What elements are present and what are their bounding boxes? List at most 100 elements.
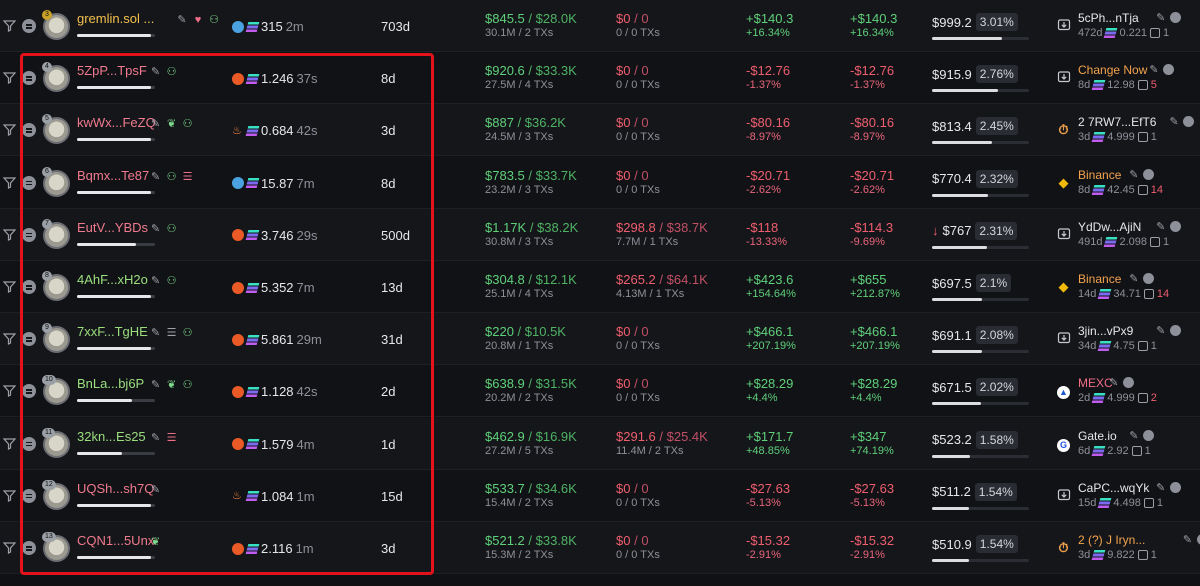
menu-icon[interactable] <box>22 384 36 399</box>
menu-icon[interactable] <box>1142 168 1154 180</box>
menu-icon[interactable] <box>22 19 36 33</box>
menu-icon[interactable] <box>1169 325 1181 337</box>
avatar[interactable]: 7 <box>42 218 70 249</box>
filter-icon[interactable] <box>2 437 17 450</box>
pencil-icon[interactable]: ✎ <box>150 171 162 183</box>
table-row[interactable]: 4 5ZpP...TpsF ✎ ⚇ 1.246 37s 8d $920.6 / $33.3K 2… <box>0 52 1200 105</box>
pencil-icon[interactable]: ✎ <box>150 327 162 339</box>
wallet-address[interactable]: gremlin.sol ... <box>77 11 154 26</box>
filter-icon[interactable] <box>2 228 17 241</box>
pencil-icon[interactable]: ✎ <box>150 275 162 287</box>
funding-source[interactable]: YdDw...AjiN <box>1078 220 1141 234</box>
pencil-icon[interactable]: ✎ <box>1182 534 1194 546</box>
pencil-icon[interactable]: ✎ <box>1148 64 1160 76</box>
filter-icon[interactable] <box>2 19 17 32</box>
pencil-icon[interactable]: ✎ <box>1155 221 1167 233</box>
table-row[interactable]: 8 4AhF...xH2o ✎ ⚇ 5.352 7m 13d $304.8 / $12.1K 2… <box>0 261 1200 313</box>
wallet-address[interactable]: UQSh...sh7Q <box>77 481 154 496</box>
avatar[interactable]: 5 <box>42 114 70 145</box>
avatar[interactable]: 12 <box>42 479 70 510</box>
wallet-address[interactable]: 32kn...Es25 <box>77 429 146 444</box>
avatar[interactable]: 4 <box>42 62 70 93</box>
pencil-icon[interactable]: ✎ <box>150 223 162 235</box>
wallet-address[interactable]: kwWx...FeZQ <box>77 115 156 130</box>
funding-source[interactable]: Binance <box>1078 272 1121 286</box>
filter-icon[interactable] <box>2 332 17 346</box>
menu-icon[interactable] <box>1183 116 1195 128</box>
pencil-icon[interactable]: ✎ <box>1128 273 1140 285</box>
filter-icon[interactable] <box>2 71 17 85</box>
funding-source[interactable]: Gate.io <box>1078 429 1117 443</box>
filter-icon[interactable] <box>2 384 17 398</box>
avatar[interactable]: 3 <box>42 10 70 40</box>
menu-icon[interactable] <box>22 541 36 555</box>
table-row[interactable]: 13 CQN1...5Unx ❦ 2.116 1m 3d $521.2 / $33.8K 15… <box>0 522 1200 574</box>
funding-source[interactable]: 2 7RW7...EfT6 <box>1078 115 1156 129</box>
funding-source[interactable]: 5cPh...nTja <box>1078 11 1139 25</box>
table-row[interactable]: 7 EutV...YBDs ✎ ⚇ 3.746 29s 500d $1.17K / $38.2… <box>0 208 1200 261</box>
wallet-address[interactable]: Bqmx...Te87 <box>77 168 149 183</box>
pencil-icon[interactable]: ✎ <box>150 379 162 391</box>
pencil-icon[interactable]: ✎ <box>1155 12 1167 24</box>
wallet-address[interactable]: 5ZpP...TpsF <box>77 63 147 78</box>
wallet-address[interactable]: 4AhF...xH2o <box>77 272 148 287</box>
pencil-icon[interactable]: ✎ <box>1128 169 1140 181</box>
table-row[interactable]: 11 32kn...Es25 ✎ ☰ 1.579 4m 1d $462.9 / $16.9K 2… <box>0 417 1200 470</box>
table-row[interactable]: 3 gremlin.sol ... ✎ ♥ ⚇ 315 2m 703d $845.5 / $28… <box>0 0 1200 52</box>
funding-source[interactable]: Binance <box>1078 168 1121 182</box>
funding-source[interactable]: 2 (?) J Iryn... <box>1078 533 1145 547</box>
menu-icon[interactable] <box>1196 534 1200 545</box>
pencil-icon[interactable]: ✎ <box>150 484 162 496</box>
menu-icon[interactable] <box>22 488 36 503</box>
pencil-icon[interactable]: ✎ <box>150 66 162 78</box>
table-row[interactable]: 5 kwWx...FeZQ ✎ ❦ ⚇ ♨ 0.684 42s 3d $887 / $36.2K 2… <box>0 104 1200 157</box>
table-row[interactable]: 9 7xxF...TgHE ✎ ☰ ⚇ 5.861 29m 31d $220 / $10.5K 2… <box>0 313 1200 366</box>
avatar[interactable]: 13 <box>42 532 70 562</box>
pencil-icon[interactable]: ✎ <box>150 118 162 130</box>
wallet-address[interactable]: CQN1...5Unx <box>77 533 154 548</box>
table-row[interactable]: 12 UQSh...sh7Q ✎ ♨ 1.084 1m 15d $533.7 / $34.6K… <box>0 469 1200 522</box>
menu-icon[interactable] <box>1142 429 1154 441</box>
wallet-address[interactable]: EutV...YBDs <box>77 220 148 235</box>
filter-icon[interactable] <box>2 489 17 502</box>
menu-icon[interactable] <box>22 175 36 190</box>
pencil-icon[interactable]: ✎ <box>1155 482 1167 494</box>
funding-txs: 1 <box>1163 235 1170 248</box>
menu-icon[interactable] <box>1169 481 1181 493</box>
filter-icon[interactable] <box>2 280 17 293</box>
pencil-icon[interactable]: ✎ <box>1108 377 1120 389</box>
pencil-icon[interactable]: ✎ <box>176 14 188 26</box>
avatar[interactable]: 8 <box>42 271 70 301</box>
pencil-icon[interactable]: ✎ <box>1128 430 1140 442</box>
menu-icon[interactable] <box>22 71 36 86</box>
avatar[interactable]: 11 <box>42 427 70 458</box>
menu-icon[interactable] <box>22 332 36 347</box>
table-row[interactable]: 6 Bqmx...Te87 ✎ ⚇ ☰ 15.87 7m 8d $783.5 / $33.7K 2… <box>0 156 1200 209</box>
pencil-icon[interactable]: ✎ <box>150 432 162 444</box>
filter-icon[interactable] <box>2 541 17 554</box>
menu-icon[interactable] <box>1142 273 1154 284</box>
filter-icon[interactable] <box>2 176 17 189</box>
filter-icon[interactable] <box>2 123 17 137</box>
pencil-icon[interactable]: ✎ <box>1155 325 1167 337</box>
funding-source[interactable]: Change Now <box>1078 63 1147 77</box>
menu-icon[interactable] <box>1122 377 1134 389</box>
funding-source[interactable]: 3jin...vPx9 <box>1078 324 1133 338</box>
menu-icon[interactable] <box>1163 64 1174 76</box>
realized-pnl: +$28.29 <box>746 376 794 392</box>
menu-icon[interactable] <box>22 123 36 138</box>
menu-icon[interactable] <box>1169 220 1181 232</box>
table-row[interactable]: 10 BnLa...bj6P ✎ ❦ ⚇ 1.128 42s 2d $638.9 / $31.5… <box>0 365 1200 418</box>
menu-icon[interactable] <box>1169 12 1181 23</box>
funding-source[interactable]: CaPC...wqYk <box>1078 481 1149 495</box>
avatar[interactable]: 10 <box>42 375 70 406</box>
menu-icon[interactable] <box>22 227 36 242</box>
wallet-address[interactable]: BnLa...bj6P <box>77 376 144 391</box>
avatar[interactable]: 9 <box>42 323 70 354</box>
avatar[interactable]: 6 <box>42 166 70 197</box>
pencil-icon[interactable]: ✎ <box>1168 116 1180 128</box>
menu-icon[interactable] <box>22 280 36 294</box>
menu-icon[interactable] <box>22 436 36 451</box>
wallet-address[interactable]: 7xxF...TgHE <box>77 324 148 339</box>
holding: $813.4 2.45% <box>932 117 1018 136</box>
